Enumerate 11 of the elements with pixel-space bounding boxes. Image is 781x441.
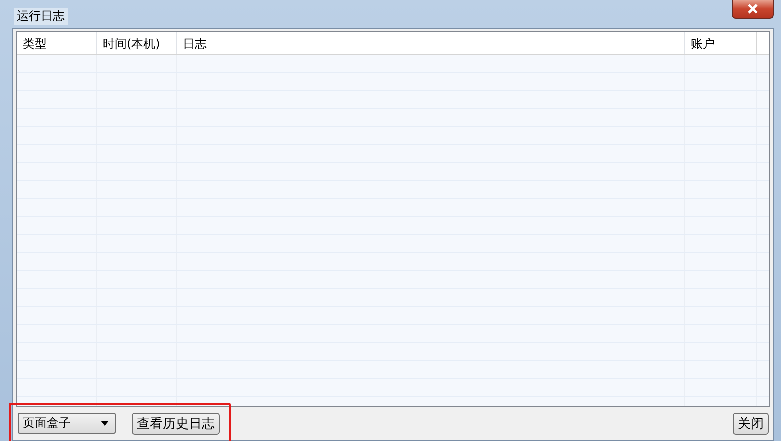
column-header[interactable]: 日志 [177, 32, 685, 54]
history-log-button[interactable]: 查看历史日志 [132, 412, 220, 434]
caret-icon [101, 421, 109, 426]
window-title: 运行日志 [14, 8, 68, 25]
close-dialog-button[interactable]: 关闭 [733, 412, 769, 434]
close-button[interactable] [732, 0, 774, 19]
column-header[interactable]: 账户 [685, 32, 757, 54]
column-header[interactable]: 时间(本机) [97, 32, 177, 54]
column-header[interactable]: 类型 [17, 32, 97, 54]
close-icon [747, 4, 759, 14]
source-dropdown[interactable]: 页面盒子 [18, 413, 116, 434]
